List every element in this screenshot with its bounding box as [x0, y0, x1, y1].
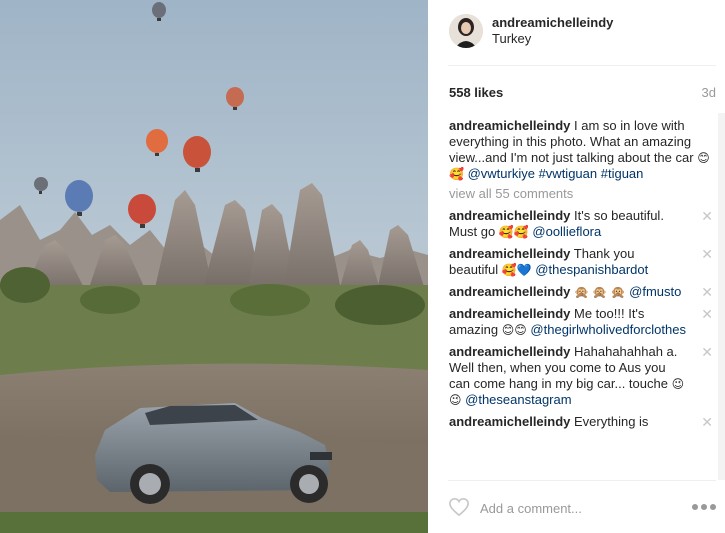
comment-emojis: 🥰🥰	[498, 225, 529, 239]
more-options-icon[interactable]	[692, 504, 716, 510]
comment-item: andreamichelleindy It's so beautiful. Mu…	[449, 208, 711, 240]
caption-hashtags[interactable]: #vwtiguan #tiguan	[539, 166, 644, 181]
likes-count[interactable]: 558 likes	[449, 85, 503, 100]
comment-mention[interactable]: @fmusto	[629, 284, 681, 299]
close-icon[interactable]: ✕	[701, 306, 711, 322]
comment-emojis: 😊😊	[501, 323, 527, 337]
comment-text: Everything is	[574, 414, 649, 429]
post-time[interactable]: 3d	[702, 85, 716, 100]
close-icon[interactable]: ✕	[701, 344, 711, 360]
comment-item: andreamichelleindy 🙊 🙊 🙊 @fmusto ✕	[449, 284, 711, 300]
comment-username[interactable]: andreamichelleindy	[449, 208, 570, 223]
heart-outline-icon[interactable]	[448, 497, 470, 517]
comments-list[interactable]: andreamichelleindy I am so in love with …	[449, 118, 711, 480]
caption-username[interactable]: andreamichelleindy	[449, 118, 570, 133]
comment-item: andreamichelleindy Everything is ✕	[449, 414, 711, 430]
post-stats: 558 likes 3d	[448, 84, 716, 102]
avatar[interactable]	[449, 14, 483, 48]
comment-mention[interactable]: @oollieflora	[532, 224, 601, 239]
comments-scrollbar[interactable]	[718, 113, 725, 480]
comment-username[interactable]: andreamichelleindy	[449, 414, 570, 429]
comment-username[interactable]: andreamichelleindy	[449, 246, 570, 261]
close-icon[interactable]: ✕	[701, 208, 711, 224]
comment-item: andreamichelleindy Me too!!! It's amazin…	[449, 306, 711, 338]
close-icon[interactable]: ✕	[701, 284, 711, 300]
post-header: andreamichelleindy Turkey	[448, 0, 716, 66]
close-icon[interactable]: ✕	[701, 414, 711, 430]
add-comment-row	[448, 480, 716, 533]
comment-username[interactable]: andreamichelleindy	[449, 306, 570, 321]
cappadocia-car-photo	[0, 0, 428, 533]
add-comment-input[interactable]	[480, 498, 670, 518]
instagram-post-view: andreamichelleindy Turkey 558 likes 3d a…	[0, 0, 725, 533]
comment-username[interactable]: andreamichelleindy	[449, 284, 570, 299]
caption: andreamichelleindy I am so in love with …	[449, 118, 711, 182]
comment-item: andreamichelleindy Thank you beautiful 🥰…	[449, 246, 711, 278]
post-location[interactable]: Turkey	[492, 31, 531, 46]
post-author-username[interactable]: andreamichelleindy	[492, 15, 613, 30]
close-icon[interactable]: ✕	[701, 246, 711, 262]
comment-item: andreamichelleindy Hahahahahhah a. Well …	[449, 344, 711, 408]
comment-emojis: 🙊 🙊 🙊	[574, 285, 626, 299]
post-details-panel: andreamichelleindy Turkey 558 likes 3d a…	[428, 0, 725, 533]
comment-mention[interactable]: @theseanstagram	[465, 392, 571, 407]
comment-username[interactable]: andreamichelleindy	[449, 344, 570, 359]
post-photo[interactable]	[0, 0, 428, 533]
comment-emojis: 🥰💙	[501, 263, 532, 277]
view-all-comments-link[interactable]: view all 55 comments	[449, 186, 711, 202]
comment-mention[interactable]: @thespanishbardot	[535, 262, 648, 277]
caption-mention[interactable]: @vwturkiye	[468, 166, 535, 181]
comment-mention[interactable]: @thegirlwholivedforclothes	[530, 322, 686, 337]
scrollbar-thumb[interactable]	[718, 113, 725, 480]
